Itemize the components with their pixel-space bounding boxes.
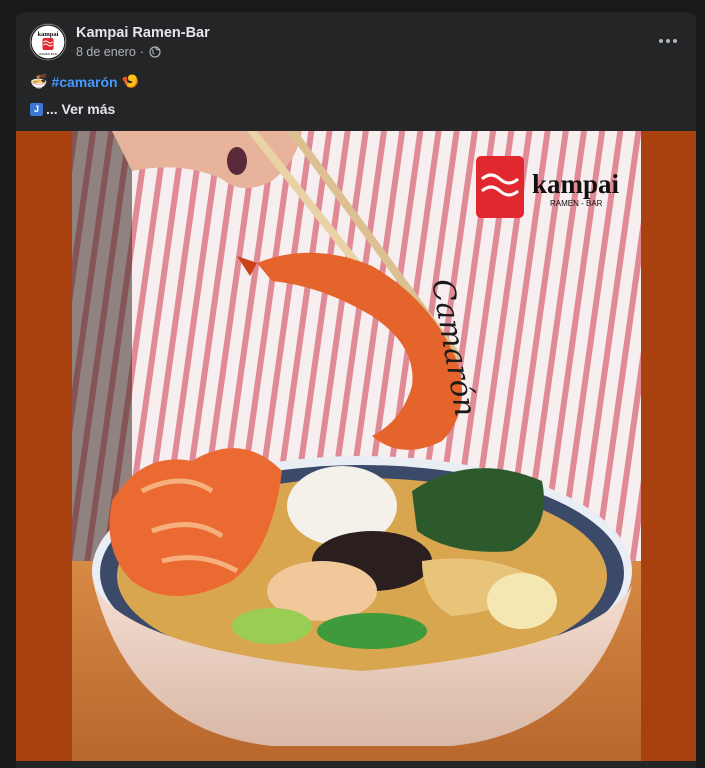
more-dot — [666, 39, 670, 43]
shrimp-emoji: 🍤 — [121, 73, 140, 89]
post-footer-edge — [16, 761, 696, 768]
post-date[interactable]: 8 de enero — [76, 45, 136, 59]
caption-line-hashtag: 🍜 #camarón 🍤 — [30, 73, 139, 90]
globe-icon[interactable] — [149, 46, 161, 58]
post-header: kampai RAMEN BAR Kampai Ramen-Bar 8 de e… — [16, 12, 696, 72]
seaweed — [412, 468, 544, 552]
caption-line-more: J ... Ver más — [30, 101, 115, 117]
kampai-logo-icon: kampai RAMEN BAR — [30, 24, 66, 60]
post-image[interactable]: kampai RAMEN - BAR Camarón — [16, 131, 696, 761]
page-name[interactable]: Kampai Ramen-Bar — [76, 25, 210, 41]
lettuce — [232, 608, 312, 644]
ramen-photo: kampai RAMEN - BAR Camarón — [72, 131, 641, 761]
meta-separator: · — [139, 45, 144, 59]
page-avatar[interactable]: kampai RAMEN BAR — [30, 24, 66, 60]
nail-polish — [227, 147, 247, 175]
green-onion — [317, 613, 427, 649]
svg-text:kampai: kampai — [38, 31, 59, 38]
bamboo-shoots — [487, 573, 557, 629]
hashtag-link[interactable]: #camarón — [51, 74, 117, 90]
post-meta: 8 de enero · — [76, 45, 161, 59]
svg-text:RAMEN BAR: RAMEN BAR — [39, 52, 58, 56]
ramen-bowl-emoji: 🍜 — [30, 73, 48, 89]
logo-brand-name: kampai — [532, 169, 620, 199]
j-badge-icon: J — [30, 102, 43, 116]
more-options-button[interactable] — [654, 30, 682, 52]
see-more-link[interactable]: ... Ver más — [46, 101, 115, 117]
more-dot — [673, 39, 677, 43]
logo-brand-sub: RAMEN - BAR — [550, 199, 603, 208]
post-card: kampai RAMEN BAR Kampai Ramen-Bar 8 de e… — [16, 12, 696, 768]
more-options-icon — [659, 39, 663, 43]
